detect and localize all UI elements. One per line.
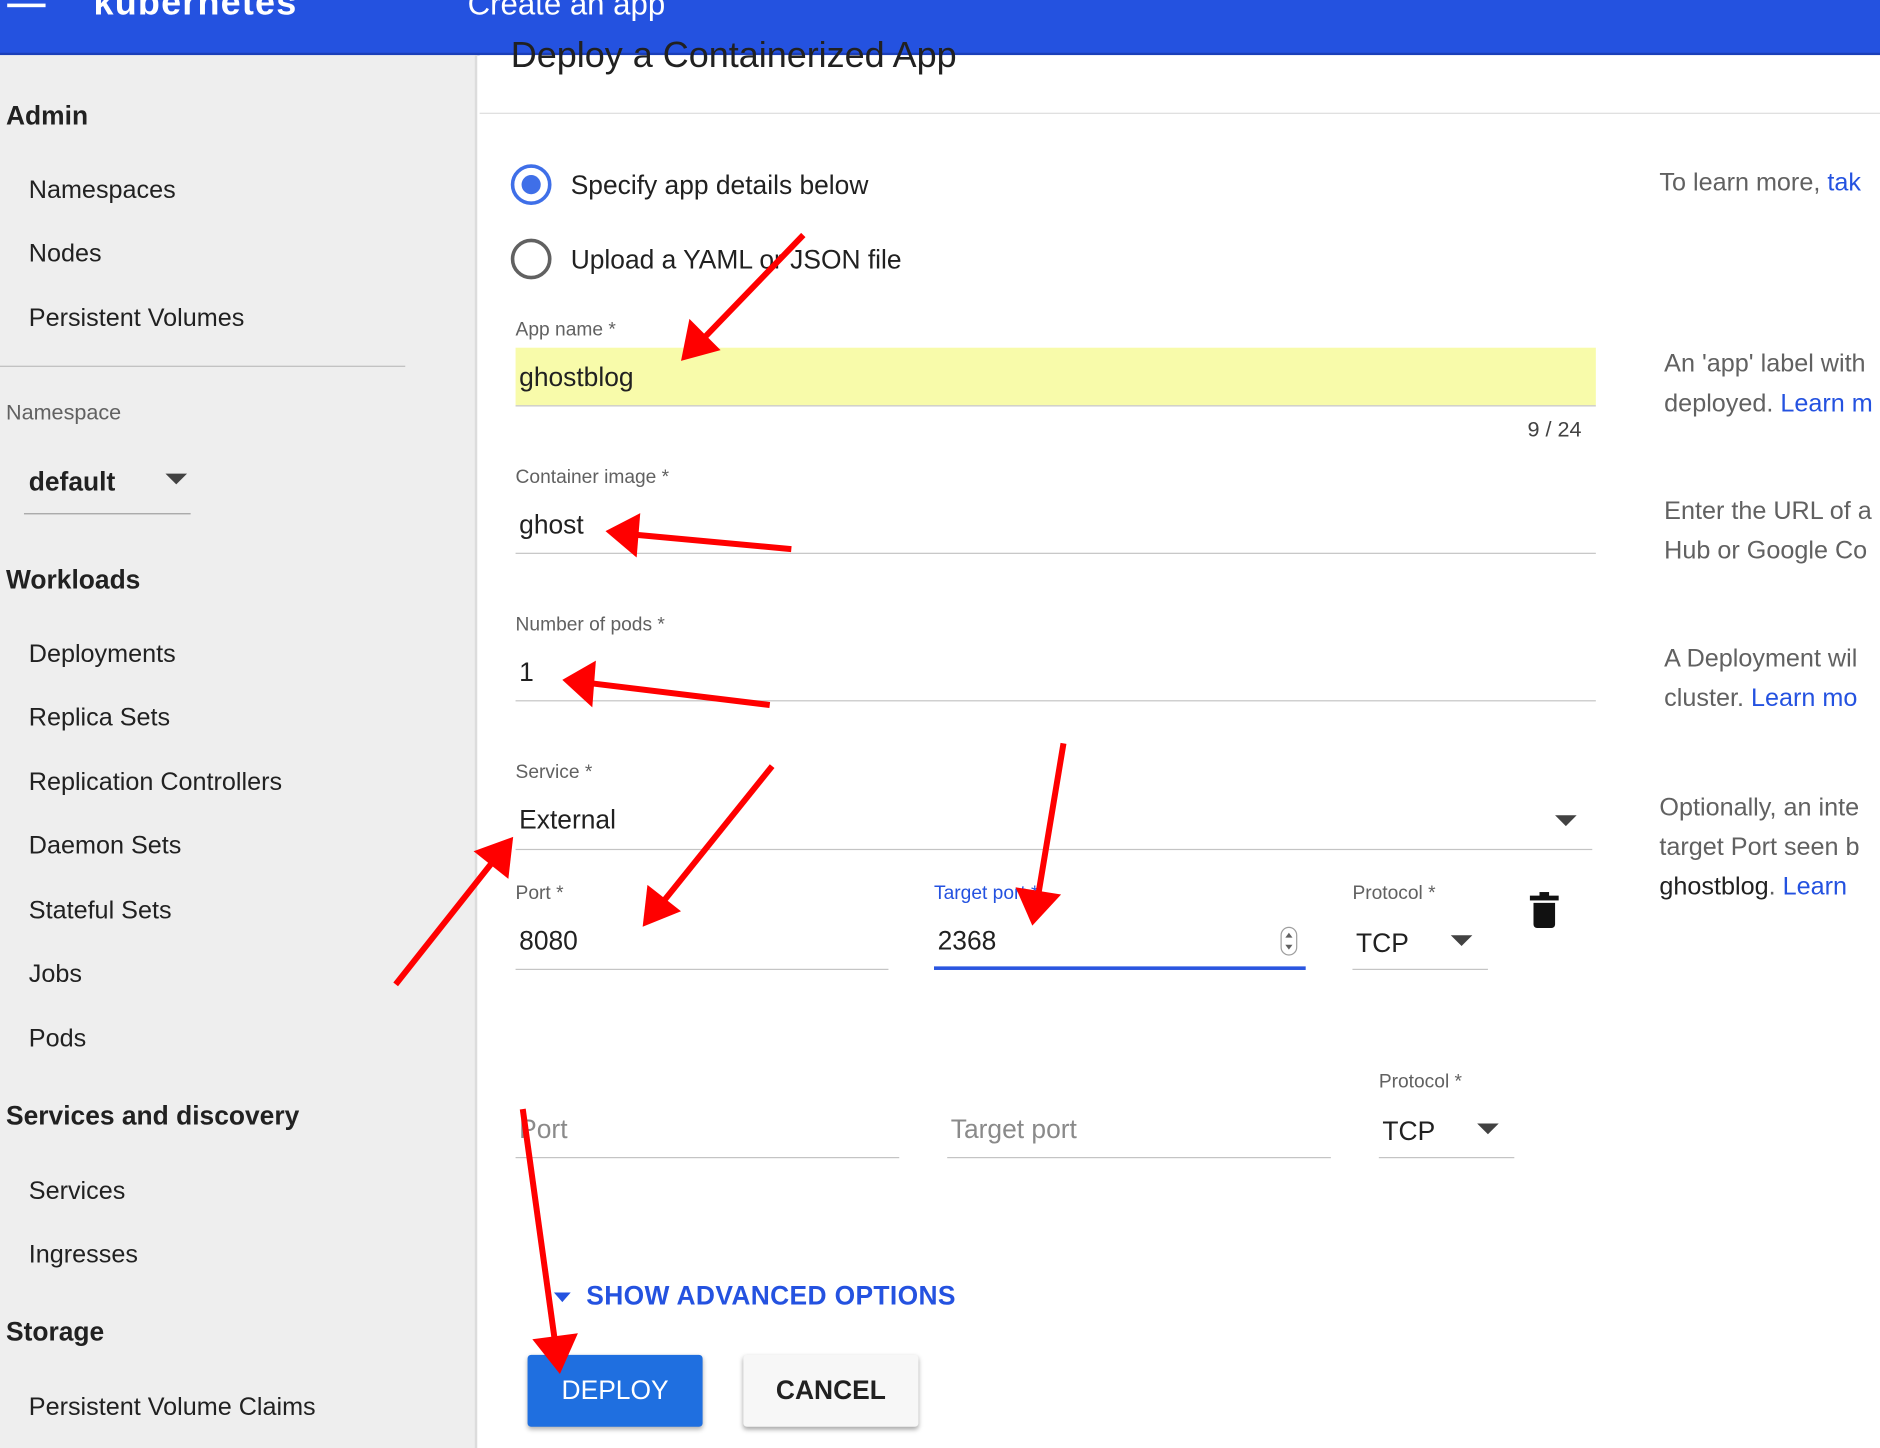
sidebar-item-persistent-volume-claims[interactable]: Persistent Volume Claims	[29, 1393, 316, 1422]
sidebar-item-services[interactable]: Services	[29, 1177, 126, 1206]
help-intro-link[interactable]: tak	[1827, 169, 1861, 197]
protocol-underline	[1352, 968, 1488, 970]
help-app-name-line-1: An 'app' label with	[1664, 350, 1866, 378]
radio-upload-file[interactable]	[510, 238, 552, 280]
container-image-input[interactable]	[519, 507, 1575, 544]
number-stepper-icon[interactable]	[1280, 926, 1298, 956]
menu-icon[interactable]	[7, 0, 46, 12]
sidebar-item-replication-controllers[interactable]: Replication Controllers	[29, 769, 282, 798]
sidebar-heading-admin[interactable]: Admin	[6, 101, 88, 132]
sidebar-item-stateful-sets[interactable]: Stateful Sets	[29, 897, 172, 926]
main-content: Deploy a Containerized App Specify app d…	[479, 36, 1880, 1448]
app-name-char-counter: 9 / 24	[1527, 417, 1582, 442]
help-app-name: An 'app' label with deployed. Learn m	[1664, 344, 1873, 423]
help-column: To learn more, tak An 'app' label with d…	[1659, 55, 1880, 1448]
protocol-underline-2	[1378, 1157, 1515, 1159]
protocol-value-2: TCP	[1382, 1116, 1436, 1147]
help-service-link[interactable]: Learn	[1783, 873, 1847, 901]
help-pods-link[interactable]: Learn mo	[1751, 685, 1857, 713]
protocol-value: TCP	[1356, 928, 1409, 958]
app-name-underline	[515, 405, 1596, 407]
help-service-separator: .	[1768, 872, 1776, 901]
sidebar: Admin Namespaces Nodes Persistent Volume…	[0, 55, 478, 1448]
page-title: Create an app	[467, 0, 666, 22]
namespace-select[interactable]: default	[23, 454, 191, 515]
deploy-button[interactable]: DEPLOY	[527, 1354, 703, 1427]
pods-underline	[515, 700, 1596, 702]
help-intro: To learn more, tak	[1659, 163, 1861, 203]
sidebar-item-replica-sets[interactable]: Replica Sets	[29, 704, 170, 733]
help-service: Optionally, an inte target Port seen b g…	[1659, 788, 1859, 907]
help-intro-text: To learn more,	[1659, 169, 1821, 197]
sidebar-item-persistent-volumes[interactable]: Persistent Volumes	[29, 305, 245, 334]
sidebar-divider	[0, 365, 406, 367]
brand-logo[interactable]: kubernetes	[94, 0, 298, 24]
port-underline-2	[515, 1157, 900, 1159]
sidebar-item-pods[interactable]: Pods	[29, 1025, 86, 1054]
target-port-input[interactable]	[937, 923, 1274, 960]
app-name-label: App name *	[515, 320, 616, 341]
app-window: kubernetes Create an app Admin Namespace…	[0, 0, 1880, 1448]
help-service-app-name: ghostblog	[1659, 872, 1769, 901]
chevron-down-icon	[1477, 1123, 1499, 1135]
help-service-line-1: Optionally, an inte	[1659, 793, 1860, 822]
caret-down-icon	[553, 1292, 571, 1303]
service-select[interactable]: External	[516, 794, 1593, 849]
container-image-label: Container image *	[515, 467, 670, 488]
cancel-button[interactable]: CANCEL	[743, 1354, 919, 1427]
radio-label-upload-file[interactable]: Upload a YAML or JSON file	[571, 245, 902, 276]
help-pods-line-2: cluster.	[1664, 684, 1744, 713]
port-input[interactable]	[519, 923, 879, 960]
radio-specify-details[interactable]	[510, 164, 552, 206]
sidebar-item-nodes[interactable]: Nodes	[29, 240, 102, 269]
chevron-down-icon	[1555, 815, 1577, 827]
help-container-image: Enter the URL of a Hub or Google Co	[1664, 492, 1872, 571]
radio-label-specify-details[interactable]: Specify app details below	[571, 170, 869, 201]
protocol-select-2[interactable]: TCP	[1379, 1104, 1514, 1157]
target-port-input-2[interactable]	[950, 1111, 1311, 1148]
sidebar-heading-services[interactable]: Services and discovery	[6, 1101, 299, 1132]
help-image-line-2: Hub or Google Co	[1664, 537, 1868, 565]
port-label: Port *	[515, 883, 564, 905]
help-pods: A Deployment wil cluster. Learn mo	[1664, 639, 1857, 718]
sidebar-heading-storage[interactable]: Storage	[6, 1316, 104, 1347]
port-input-2[interactable]	[519, 1111, 879, 1148]
help-pods-line-1: A Deployment wil	[1664, 645, 1858, 673]
sidebar-item-jobs[interactable]: Jobs	[29, 960, 82, 989]
protocol-select[interactable]: TCP	[1352, 916, 1487, 969]
chevron-down-icon	[1450, 935, 1473, 946]
show-advanced-options-label: SHOW ADVANCED OPTIONS	[586, 1280, 956, 1311]
protocol-label: Protocol *	[1352, 883, 1436, 905]
pods-input[interactable]	[519, 654, 1575, 691]
sidebar-item-daemon-sets[interactable]: Daemon Sets	[29, 832, 182, 861]
service-label: Service *	[515, 762, 593, 783]
protocol-label-2: Protocol *	[1378, 1071, 1463, 1093]
target-port-underline-2	[947, 1157, 1331, 1159]
chevron-down-icon	[165, 473, 188, 485]
sidebar-item-ingresses[interactable]: Ingresses	[29, 1241, 138, 1270]
namespace-value: default	[28, 466, 116, 497]
sidebar-item-deployments[interactable]: Deployments	[29, 640, 176, 669]
page-heading: Deploy a Containerized App	[510, 35, 957, 76]
delete-icon[interactable]	[1529, 892, 1559, 929]
container-image-underline	[515, 552, 1596, 554]
help-image-line-1: Enter the URL of a	[1664, 497, 1872, 526]
service-underline	[515, 848, 1593, 851]
service-value: External	[519, 804, 616, 835]
help-app-name-line-2: deployed.	[1664, 389, 1774, 418]
target-port-underline	[934, 966, 1306, 970]
help-app-name-link[interactable]: Learn m	[1780, 390, 1872, 418]
sidebar-heading-workloads[interactable]: Workloads	[6, 565, 140, 596]
target-port-label: Target port *	[934, 883, 1039, 905]
port-underline	[515, 968, 889, 970]
help-service-line-2: target Port seen b	[1659, 833, 1860, 861]
pods-label: Number of pods *	[515, 615, 665, 636]
sidebar-item-namespaces[interactable]: Namespaces	[29, 176, 176, 205]
namespace-label: Namespace	[5, 400, 122, 425]
app-name-input[interactable]	[519, 359, 1575, 396]
